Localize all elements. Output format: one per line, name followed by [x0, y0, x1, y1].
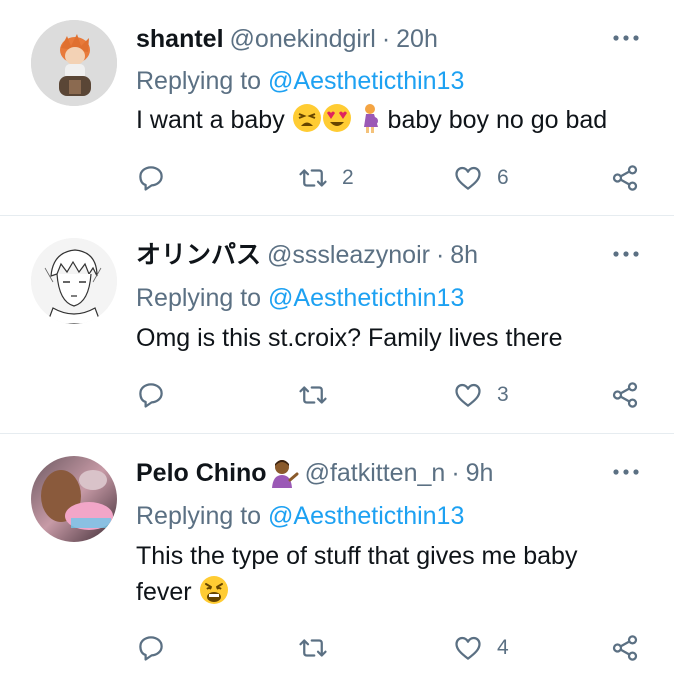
avatar[interactable]	[31, 20, 117, 106]
like-button[interactable]: 4	[453, 630, 509, 666]
share-icon	[612, 165, 638, 191]
tweet-1[interactable]: shantel @onekindgirl · 20h Replying to @…	[0, 0, 674, 215]
more-icon	[613, 251, 639, 257]
tweet-header: オリンパス @sssleazynoir · 8h	[136, 240, 478, 270]
separator-dot: ·	[451, 459, 460, 487]
reply-icon	[139, 166, 163, 191]
tweet-2[interactable]: オリンパス @sssleazynoir · 8h Replying to @Ae…	[0, 216, 674, 433]
like-button[interactable]: 3	[453, 377, 509, 413]
more-icon	[613, 35, 639, 41]
reply-button[interactable]	[136, 160, 166, 196]
reply-button[interactable]	[136, 630, 166, 666]
weary-face-emoji-icon	[199, 576, 228, 604]
more-icon	[613, 469, 639, 475]
photo-avatar-icon	[31, 456, 117, 542]
replying-prefix: Replying to	[136, 67, 269, 95]
share-button[interactable]	[610, 160, 640, 196]
manga-sketch-avatar-icon	[31, 238, 117, 324]
replying-mention[interactable]: @Aestheticthin13	[268, 67, 464, 95]
like-count: 4	[497, 636, 509, 659]
replying-to: Replying to @Aestheticthin13	[136, 501, 464, 531]
heart-eyes-emoji-icon	[322, 104, 351, 132]
retweet-count: 2	[342, 166, 354, 189]
reply-button[interactable]	[136, 377, 166, 413]
like-icon	[455, 636, 481, 660]
like-icon	[455, 166, 481, 190]
replying-prefix: Replying to	[136, 284, 269, 312]
like-button[interactable]: 6	[453, 160, 509, 196]
like-count: 6	[497, 166, 509, 189]
share-icon	[612, 635, 638, 661]
more-button[interactable]	[611, 457, 641, 487]
retweet-button[interactable]: 2	[298, 160, 354, 196]
replying-to: Replying to @Aestheticthin13	[136, 283, 464, 313]
share-button[interactable]	[610, 377, 640, 413]
text-line-1: This the type of stuff that gives me bab…	[136, 542, 578, 570]
tweet-header: shantel @onekindgirl · 20h	[136, 24, 438, 54]
user-handle[interactable]: @fatkitten_n	[305, 458, 446, 488]
like-icon	[455, 383, 481, 407]
tweet-text: I want a baby baby boy no go bad	[136, 102, 656, 138]
display-name[interactable]: オリンパス	[136, 240, 261, 270]
user-handle[interactable]: @onekindgirl	[230, 24, 376, 54]
display-name-wrap[interactable]: Pelo Chino	[136, 458, 299, 488]
tweet-actions: 3	[0, 377, 674, 413]
user-handle[interactable]: @sssleazynoir	[267, 240, 430, 270]
person-tipping-hand-emoji-icon	[271, 460, 299, 488]
tweet-actions: 4	[0, 630, 674, 666]
reply-icon	[139, 383, 163, 408]
more-button[interactable]	[611, 23, 641, 53]
retweet-icon	[299, 386, 327, 404]
replying-mention[interactable]: @Aestheticthin13	[268, 502, 464, 530]
share-icon	[612, 382, 638, 408]
text-before: I want a baby	[136, 106, 292, 134]
retweet-button[interactable]	[298, 377, 342, 413]
tweet-text: This the type of stuff that gives me bab…	[136, 538, 656, 610]
retweet-icon	[299, 639, 327, 657]
timestamp[interactable]: 8h	[450, 240, 478, 270]
like-count: 3	[497, 383, 509, 406]
tweet-actions: 2 6	[0, 160, 674, 196]
retweet-button[interactable]	[298, 630, 342, 666]
pregnant-woman-emoji-icon	[363, 104, 378, 133]
text-line-2: fever	[136, 574, 656, 610]
text-line-2-text: fever	[136, 578, 199, 606]
more-button[interactable]	[611, 239, 641, 269]
replying-prefix: Replying to	[136, 502, 269, 530]
timestamp[interactable]: 20h	[396, 24, 438, 54]
timestamp[interactable]: 9h	[466, 458, 494, 488]
tweet-text: Omg is this st.croix? Family lives there	[136, 324, 563, 352]
display-name[interactable]: shantel	[136, 24, 224, 54]
replying-to: Replying to @Aestheticthin13	[136, 66, 464, 96]
anime-character-avatar-icon	[31, 20, 117, 106]
retweet-icon	[299, 169, 327, 187]
display-name[interactable]: Pelo Chino	[136, 458, 267, 488]
tweet-header: Pelo Chino @fatkitten_n · 9h	[136, 458, 493, 488]
avatar[interactable]	[31, 238, 117, 324]
share-button[interactable]	[610, 630, 640, 666]
reply-icon	[139, 636, 163, 661]
separator-dot: ·	[381, 25, 391, 53]
tweet-3[interactable]: Pelo Chino @fatkitten_n · 9h Replying to…	[0, 434, 674, 688]
text-after: baby boy no go bad	[380, 106, 608, 134]
tired-face-emoji-icon	[292, 104, 321, 132]
avatar[interactable]	[31, 456, 117, 542]
replying-mention[interactable]: @Aestheticthin13	[268, 284, 464, 312]
separator-dot: ·	[435, 241, 445, 269]
